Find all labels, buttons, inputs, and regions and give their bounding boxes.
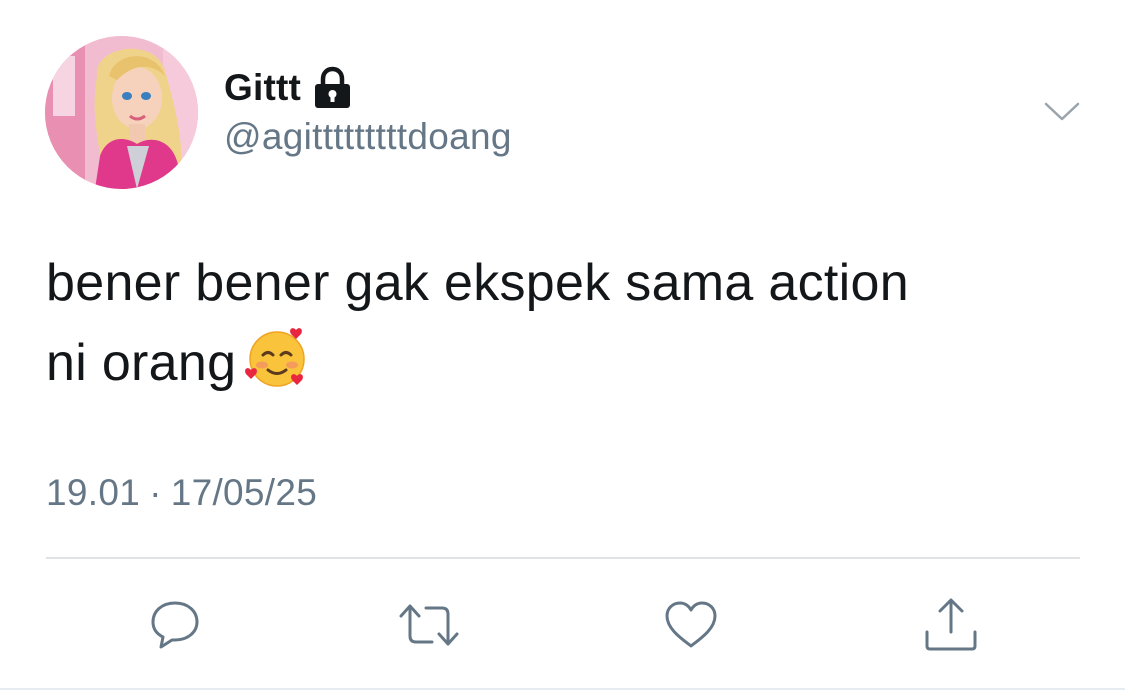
- user-handle[interactable]: @agitttttttttdoang: [224, 116, 512, 158]
- tweet-timestamp[interactable]: 19.01 · 17/05/25: [46, 472, 317, 514]
- tweet-text-line-2: ni orang: [46, 323, 1086, 403]
- tweet-text: bener bener gak ekspek sama action ni or…: [46, 243, 1086, 403]
- retweet-icon: [396, 598, 462, 652]
- display-name[interactable]: Gittt: [224, 67, 301, 109]
- share-icon: [922, 596, 980, 654]
- tweet-text-line-2-text: ni orang: [46, 334, 237, 392]
- tweet-date: 17/05/25: [170, 472, 318, 513]
- divider: [46, 557, 1080, 559]
- chevron-down-icon[interactable]: [1043, 100, 1081, 124]
- user-name-row[interactable]: Gittt: [224, 64, 354, 112]
- tweet-card: Gittt @agitttttttttdoang bener bener gak…: [0, 0, 1125, 691]
- tweet-text-line-1: bener bener gak ekspek sama action: [46, 254, 909, 312]
- timestamp-separator: ·: [149, 472, 162, 513]
- tweet-time: 19.01: [46, 472, 141, 513]
- retweet-button[interactable]: [399, 596, 459, 654]
- heart-icon: [662, 598, 720, 652]
- reply-button[interactable]: [146, 596, 204, 654]
- reply-icon: [148, 598, 202, 652]
- avatar[interactable]: [45, 36, 198, 189]
- share-button[interactable]: [922, 596, 980, 654]
- smiling-face-with-hearts-icon: [244, 324, 310, 390]
- avatar-image: [45, 36, 198, 189]
- like-button[interactable]: [662, 596, 720, 654]
- lock-icon: [311, 66, 354, 110]
- bottom-divider: [0, 688, 1125, 690]
